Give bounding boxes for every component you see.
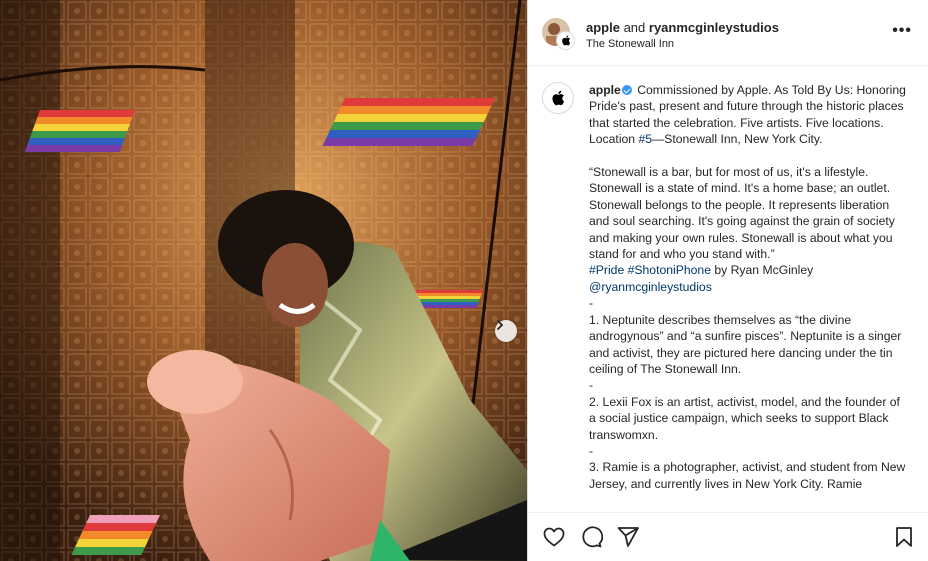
caption-credit: by Ryan McGinley <box>710 263 814 278</box>
hashtag-pride[interactable]: #Pride <box>589 263 624 277</box>
caption-avatar[interactable] <box>542 82 574 114</box>
verified-badge-icon <box>621 85 632 95</box>
more-options-button[interactable]: ••• <box>892 22 912 40</box>
instagram-post: apple and ryanmcginleystudios The Stonew… <box>0 0 928 561</box>
post-header: apple and ryanmcginleystudios The Stonew… <box>528 0 928 66</box>
bookmark-icon <box>896 527 912 547</box>
caption-dash: - <box>589 296 594 311</box>
post-caption: apple Commissioned by Apple. As Told By … <box>589 82 909 492</box>
like-button[interactable] <box>542 525 566 549</box>
heart-icon <box>543 527 565 547</box>
send-icon <box>617 527 639 547</box>
caption-dash: - <box>589 378 594 393</box>
comment-icon <box>582 526 604 548</box>
author-secondary-link[interactable]: ryanmcginleystudios <box>649 20 779 35</box>
mention-ryanmcginleystudios[interactable]: @ryanmcginleystudios <box>589 280 712 294</box>
post-authors: apple and ryanmcginleystudios <box>586 20 779 35</box>
caption-username[interactable]: apple <box>589 83 621 97</box>
hashtag-shotoniphone[interactable]: #ShotoniPhone <box>628 263 711 277</box>
post-photo[interactable] <box>0 0 527 561</box>
next-photo-button[interactable] <box>495 320 517 342</box>
caption-intro-end: —Stonewall Inn, New York City. <box>652 132 823 147</box>
apple-avatar[interactable] <box>556 31 575 50</box>
save-button[interactable] <box>892 525 916 549</box>
post-actions-bar <box>528 512 928 561</box>
apple-logo-icon <box>561 35 570 46</box>
chevron-right-icon <box>497 320 504 330</box>
author-primary-link[interactable]: apple <box>586 20 620 35</box>
caption-item-3: 3. Ramie is a photographer, activist, an… <box>589 460 909 491</box>
caption-scroll-area[interactable]: apple Commissioned by Apple. As Told By … <box>528 66 928 513</box>
share-button[interactable] <box>616 525 640 549</box>
caption-item-2: 2. Lexii Fox is an artist, activist, mod… <box>589 394 904 442</box>
caption-dash: - <box>589 443 594 458</box>
caption-item-1: 1. Neptunite describes themselves as “th… <box>589 312 905 376</box>
authors-conjunction: and <box>619 20 649 35</box>
comment-button[interactable] <box>579 525 604 549</box>
post-location[interactable]: The Stonewall Inn <box>586 38 674 50</box>
caption-quote: “Stonewall is a bar, but for most of us,… <box>589 165 899 262</box>
location-hashtag[interactable]: #5 <box>638 132 652 146</box>
apple-logo-icon <box>552 90 565 106</box>
post-side-panel: apple and ryanmcginleystudios The Stonew… <box>527 0 928 561</box>
photo-illustration <box>0 0 527 561</box>
